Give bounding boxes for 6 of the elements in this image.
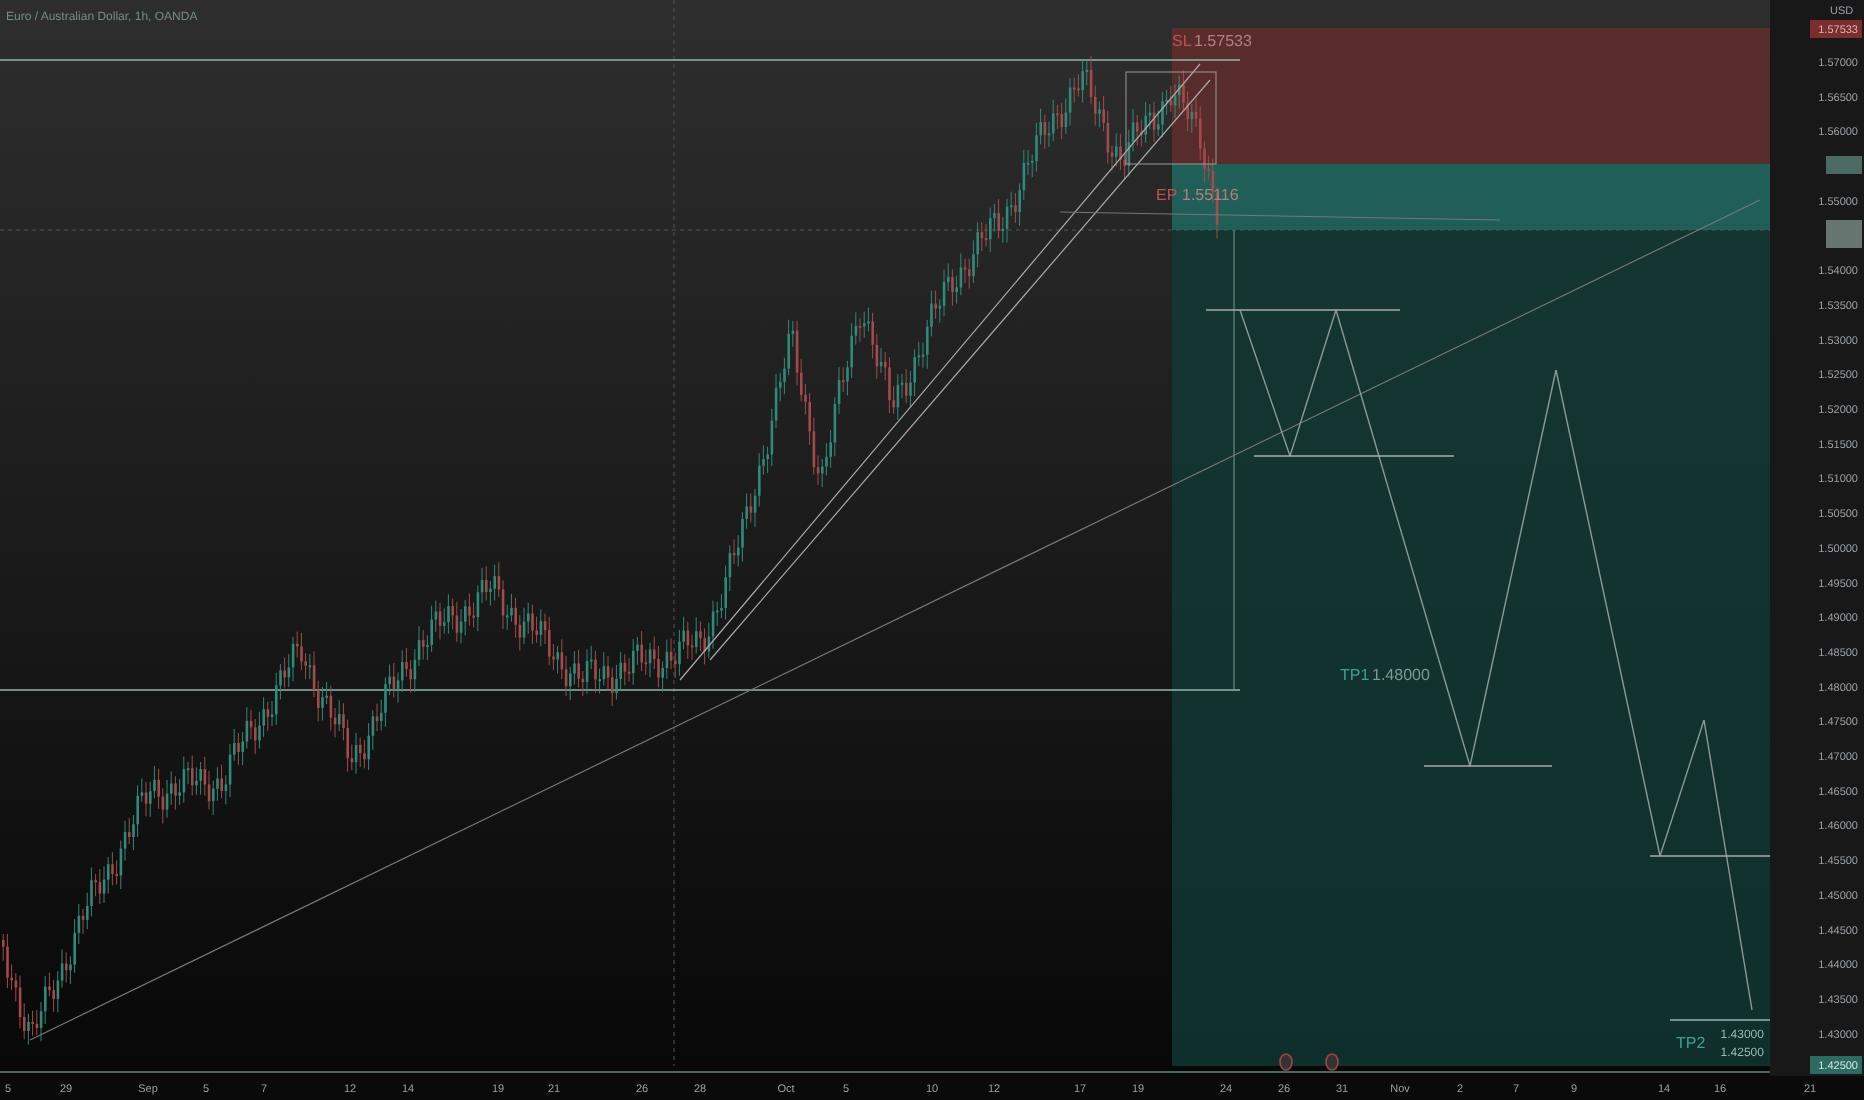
position-label: TP2 — [1676, 1034, 1706, 1052]
price-value: 1.48000 — [1372, 666, 1430, 684]
position-label: SL — [1172, 32, 1192, 50]
price-value: 1.57533 — [1194, 32, 1252, 50]
position-label: TP1 — [1340, 666, 1370, 684]
position-label: EP — [1156, 186, 1178, 204]
